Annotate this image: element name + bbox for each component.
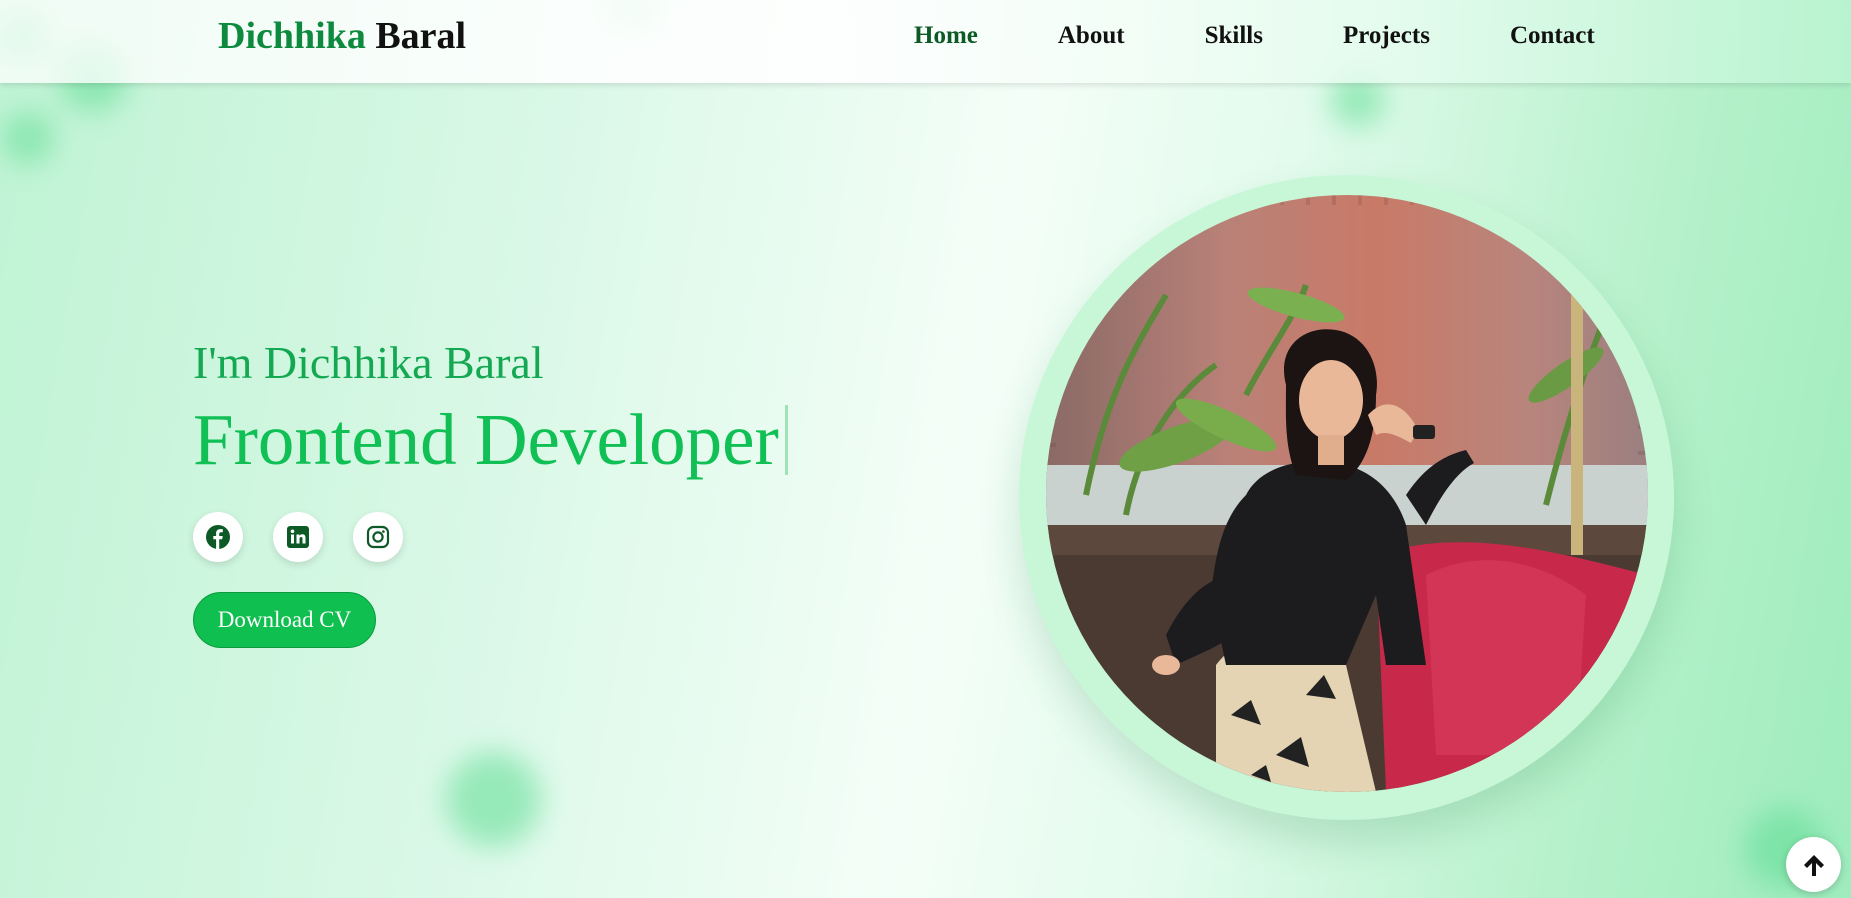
hero-greeting: I'm Dichhika Baral — [193, 337, 544, 388]
typing-caret — [784, 405, 788, 475]
nav-home[interactable]: Home — [914, 22, 978, 50]
nav-projects[interactable]: Projects — [1343, 22, 1430, 50]
decor-blob — [446, 752, 541, 847]
instagram-icon — [366, 525, 390, 549]
logo-last-name: Baral — [375, 15, 467, 57]
instagram-link[interactable] — [353, 512, 403, 562]
site-logo[interactable]: Dichhika Baral — [218, 14, 466, 58]
main-nav: Home About Skills Projects Contact — [914, 22, 1675, 50]
scroll-to-top-button[interactable] — [1786, 837, 1841, 892]
profile-photo — [1046, 195, 1648, 792]
linkedin-icon — [287, 526, 309, 548]
site-header: Dichhika Baral Home About Skills Project… — [0, 0, 1851, 83]
logo-first-name: Dichhika — [218, 15, 366, 57]
facebook-link[interactable] — [193, 512, 243, 562]
download-cv-button[interactable]: Download CV — [193, 592, 376, 648]
decor-blob — [2, 112, 54, 164]
arrow-up-icon — [1803, 854, 1824, 876]
linkedin-link[interactable] — [273, 512, 323, 562]
nav-about[interactable]: About — [1058, 22, 1125, 50]
facebook-icon — [206, 525, 230, 549]
nav-skills[interactable]: Skills — [1205, 22, 1263, 50]
nav-contact[interactable]: Contact — [1510, 22, 1595, 50]
hero-role-text: Frontend Developer — [193, 399, 779, 480]
hero-role: Frontend Developer — [193, 398, 788, 482]
social-links — [193, 512, 433, 562]
